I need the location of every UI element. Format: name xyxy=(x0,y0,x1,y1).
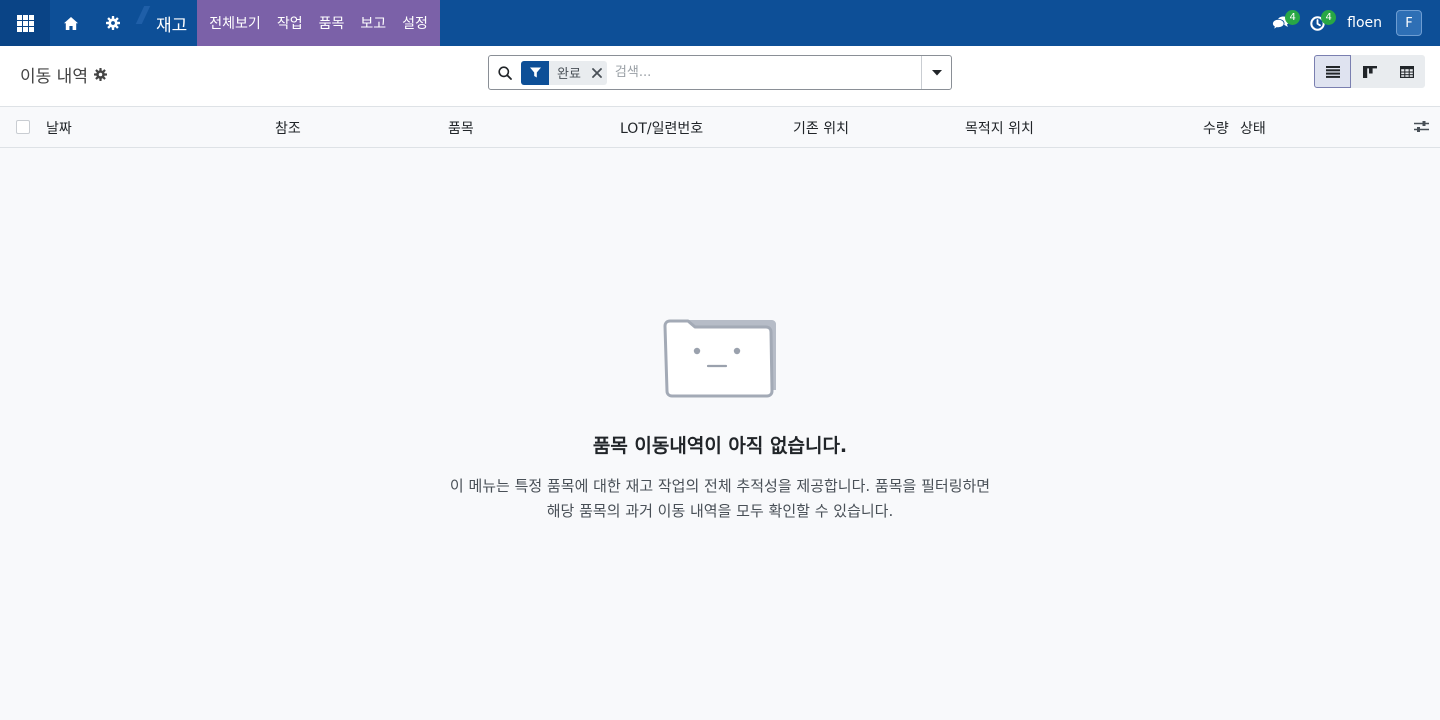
empty-state-title: 품목 이동내역이 아직 없습니다. xyxy=(592,435,848,457)
close-icon xyxy=(592,67,602,78)
app-brand[interactable]: 재고 xyxy=(134,0,197,46)
messages-button[interactable]: 4 xyxy=(1263,0,1301,46)
column-status[interactable]: 상태 xyxy=(1240,118,1266,138)
list-icon xyxy=(1325,65,1340,78)
kanban-icon xyxy=(1362,65,1377,78)
page-title: 이동 내역 xyxy=(20,67,88,87)
facet-label: 완료 xyxy=(557,67,581,82)
gear-icon xyxy=(106,16,120,30)
pivot-view-button[interactable] xyxy=(1388,55,1425,88)
menu-item-reporting[interactable]: 보고 xyxy=(352,0,394,46)
empty-state-description: 이 메뉴는 특정 품목에 대한 재고 작업의 전체 추적성을 제공합니다. 품목… xyxy=(400,474,1040,524)
search-button[interactable] xyxy=(489,56,521,89)
systray: 4 4 floen F xyxy=(1263,0,1440,46)
top-navbar: 재고 전체보기 작업 품목 보고 설정 4 4 floen F xyxy=(0,0,1440,46)
menu-item-operations[interactable]: 작업 xyxy=(269,0,311,46)
page-actions-button[interactable] xyxy=(93,68,107,81)
home-icon xyxy=(64,16,78,30)
control-panel: 이동 내역 완료 검색... xyxy=(0,46,1440,107)
activities-count-badge: 4 xyxy=(1321,10,1337,25)
menu-item-overview[interactable]: 전체보기 xyxy=(201,0,269,46)
column-quantity[interactable]: 수량 xyxy=(1203,118,1229,138)
search-options-toggle[interactable] xyxy=(921,56,951,89)
search-icon xyxy=(498,65,512,80)
user-name[interactable]: floen xyxy=(1347,15,1382,31)
brand-decoration xyxy=(135,6,151,24)
column-date[interactable]: 날짜 xyxy=(46,118,72,138)
column-product[interactable]: 품목 xyxy=(448,118,474,138)
messages-count-badge: 4 xyxy=(1285,10,1301,25)
view-switcher xyxy=(1314,55,1425,88)
select-all-checkbox[interactable] xyxy=(16,120,30,134)
home-button[interactable] xyxy=(50,0,92,46)
column-lot-serial[interactable]: LOT/일련번호 xyxy=(620,118,703,138)
empty-state-line-1: 이 메뉴는 특정 품목에 대한 재고 작업의 전체 추적성을 제공합니다. 품목… xyxy=(449,477,991,495)
sliders-icon xyxy=(1414,121,1429,132)
activities-button[interactable]: 4 xyxy=(1299,0,1337,46)
search-facet-done: 완료 xyxy=(521,60,607,85)
grid-icon xyxy=(16,14,34,32)
list-view-button[interactable] xyxy=(1314,55,1351,88)
empty-state-line-2: 해당 품목의 과거 이동 내역을 모두 확인할 수 있습니다. xyxy=(546,502,894,520)
filter-icon xyxy=(521,60,549,85)
breadcrumb: 이동 내역 xyxy=(20,62,107,87)
column-source-location[interactable]: 기존 위치 xyxy=(793,118,849,138)
menu-item-configuration[interactable]: 설정 xyxy=(394,0,436,46)
gear-icon xyxy=(93,68,107,81)
search-bar: 완료 xyxy=(488,55,952,90)
apps-menu-button[interactable] xyxy=(0,0,50,46)
app-menu: 전체보기 작업 품목 보고 설정 xyxy=(197,0,440,46)
settings-button[interactable] xyxy=(92,0,134,46)
app-title: 재고 xyxy=(156,15,188,36)
column-reference[interactable]: 참조 xyxy=(275,118,301,138)
optional-columns-toggle[interactable] xyxy=(1414,120,1429,137)
search-input[interactable] xyxy=(614,57,921,88)
empty-folder-icon xyxy=(663,319,776,398)
column-destination-location[interactable]: 목적지 위치 xyxy=(965,118,1034,138)
menu-item-products[interactable]: 품목 xyxy=(311,0,353,46)
facet-remove-button[interactable] xyxy=(587,61,607,85)
list-header: 날짜 참조 품목 LOT/일련번호 기존 위치 목적지 위치 수량 상태 xyxy=(0,107,1440,148)
user-avatar[interactable]: F xyxy=(1396,10,1422,36)
kanban-view-button[interactable] xyxy=(1351,55,1388,88)
table-icon xyxy=(1399,65,1414,78)
caret-down-icon xyxy=(931,69,942,75)
